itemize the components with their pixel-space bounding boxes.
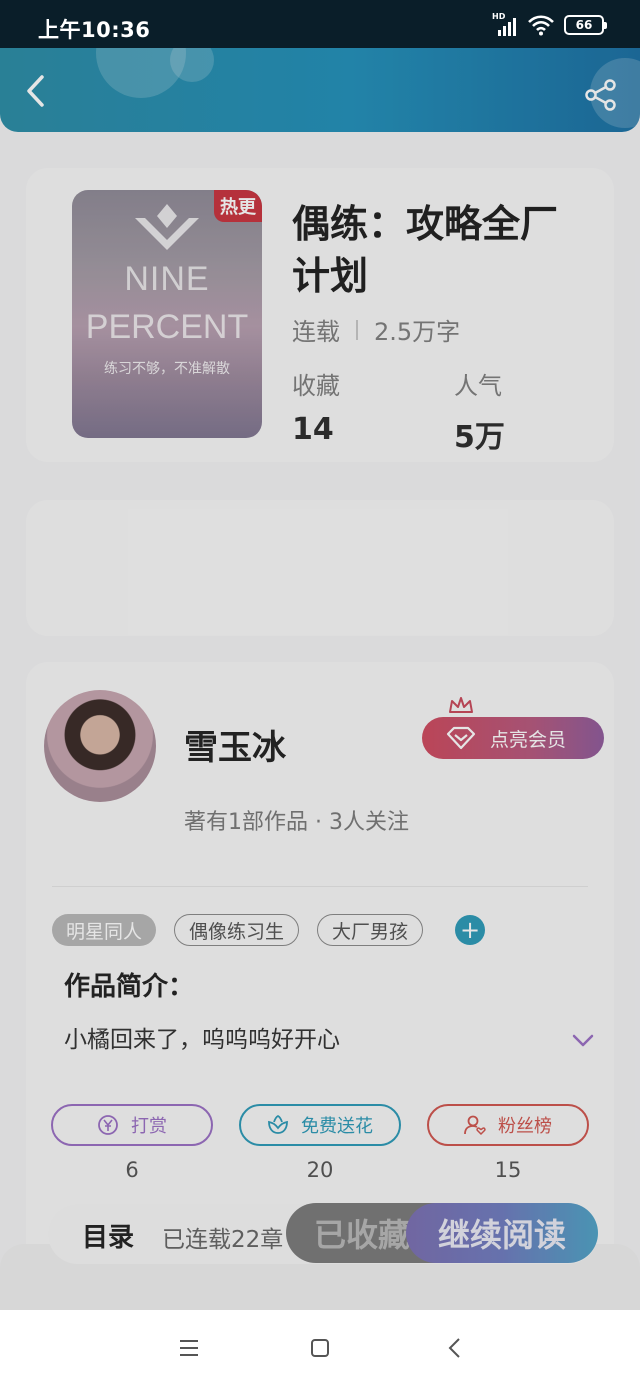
plus-icon: + — [459, 916, 481, 944]
chevron-left-icon — [27, 75, 44, 107]
wifi-icon — [528, 15, 554, 36]
continue-reading-label: 继续阅读 — [437, 1216, 566, 1254]
book-info-card: NINE PERCENT 练习不够，不准解散 热更 偶练：攻略全厂计划 连载 2… — [26, 168, 614, 462]
vip-button[interactable]: 点亮会员 — [422, 717, 604, 759]
share-button[interactable] — [584, 78, 618, 112]
fan-ranking-button[interactable]: 粉丝榜 — [427, 1104, 589, 1146]
serial-status: 连载 — [292, 318, 340, 346]
popularity-label: 人气 — [454, 372, 502, 400]
tag[interactable]: 明星同人 — [52, 914, 157, 946]
avatar[interactable] — [44, 690, 156, 802]
home-icon[interactable] — [307, 1336, 333, 1360]
signal-icon: HD — [492, 12, 518, 36]
battery-icon: 66 — [564, 15, 607, 35]
share-icon — [585, 79, 616, 111]
fan-count: 15 — [494, 1158, 522, 1182]
reward-label: 打赏 — [131, 1116, 167, 1137]
system-nav-bar — [0, 1310, 640, 1387]
status-icons: HD 66 — [492, 12, 607, 36]
diamond-icon — [446, 726, 476, 750]
author-meta: 著有1部作品 · 3人关注 — [184, 810, 409, 835]
popularity-value: 5万 — [454, 420, 505, 455]
cover-logo-icon — [135, 204, 199, 250]
back-button[interactable] — [18, 74, 52, 108]
user-heart-icon — [464, 1115, 486, 1136]
word-count: 2.5万字 — [374, 318, 461, 346]
chevron-down-icon[interactable] — [572, 1034, 594, 1048]
yen-coin-icon — [98, 1115, 118, 1135]
status-divider — [356, 319, 358, 340]
divider — [52, 886, 588, 887]
status-time: 上午10:36 — [38, 18, 151, 42]
continue-reading-button[interactable]: 继续阅读 — [406, 1203, 598, 1263]
favorites-value: 14 — [292, 412, 334, 447]
favorited-label: 已收藏 — [314, 1216, 411, 1254]
tag[interactable]: 偶像练习生 — [174, 914, 300, 946]
tag[interactable]: 大厂男孩 — [317, 914, 424, 946]
action-row: 打赏 6 免费送花 20 粉丝榜 15 — [51, 1104, 591, 1194]
placeholder-card — [26, 500, 614, 636]
send-flower-button[interactable]: 免费送花 — [239, 1104, 401, 1146]
back-nav-icon[interactable] — [442, 1336, 468, 1360]
intro-title: 作品简介： — [64, 972, 195, 1002]
favorites-label: 收藏 — [292, 372, 340, 400]
reward-button[interactable]: 打赏 — [51, 1104, 213, 1146]
reward-count: 6 — [125, 1158, 139, 1182]
book-title: 偶练：攻略全厂计划 — [292, 202, 559, 298]
intro-text: 小橘回来了，呜呜呜好开心 — [64, 1027, 340, 1053]
chapter-count: 已连载22章 — [162, 1227, 284, 1253]
toc-label[interactable]: 目录 — [82, 1217, 134, 1254]
tag-list: 明星同人 偶像练习生 大厂男孩 + — [52, 914, 486, 946]
book-detail-page: NINE PERCENT 练习不够，不准解散 热更 偶练：攻略全厂计划 连载 2… — [0, 0, 640, 1310]
add-tag-button[interactable]: + — [455, 915, 486, 945]
cover-slogan: 练习不够，不准解散 — [104, 361, 230, 377]
vip-button-label: 点亮会员 — [490, 728, 567, 751]
cover-title-line1: NINE — [124, 260, 210, 298]
cover-title-line2: PERCENT — [85, 308, 249, 346]
status-bar: 上午10:36 HD 66 — [0, 0, 640, 48]
flower-count: 20 — [306, 1158, 334, 1182]
hot-update-badge: 热更 — [214, 190, 262, 222]
header-bar — [0, 48, 640, 132]
book-cover[interactable]: NINE PERCENT 练习不够，不准解散 热更 — [72, 190, 262, 438]
flower-icon — [268, 1114, 288, 1134]
book-status-row: 连载 2.5万字 — [292, 312, 460, 347]
menu-icon[interactable] — [176, 1336, 202, 1360]
send-flower-label: 免费送花 — [301, 1116, 373, 1137]
battery-level: 66 — [575, 18, 593, 32]
author-name[interactable]: 雪玉冰 — [184, 720, 286, 769]
fan-ranking-label: 粉丝榜 — [498, 1116, 552, 1137]
crown-icon — [449, 697, 473, 713]
